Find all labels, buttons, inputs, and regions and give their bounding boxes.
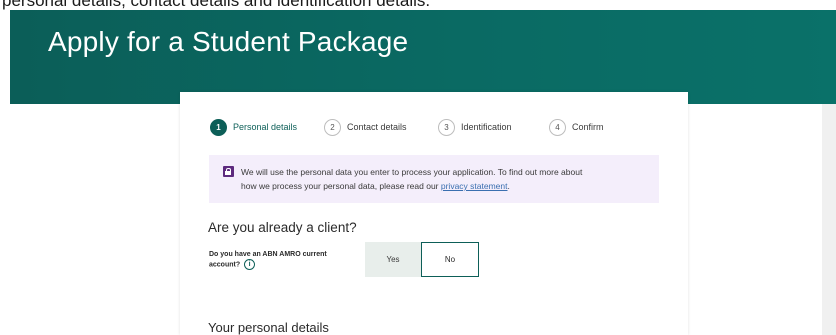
notice-text: We will use the personal data you enter … <box>223 165 645 193</box>
step-number: 2 <box>324 118 341 136</box>
notice-line1: We will use the personal data you enter … <box>241 167 583 177</box>
header-banner: Apply for a Student Package <box>10 10 836 104</box>
privacy-statement-link[interactable]: privacy statement <box>441 181 508 191</box>
background-shade <box>822 104 836 335</box>
step-label: Confirm <box>572 122 604 132</box>
client-toggle: Yes No <box>365 242 479 277</box>
step-label: Personal details <box>233 122 298 132</box>
current-account-question-text: Do you have an ABN AMRO current account? <box>209 251 327 269</box>
step-label: Identification <box>461 122 512 132</box>
progress-stepper: 1 Personal details 2 Contact details 3 I… <box>210 118 650 136</box>
current-account-question: Do you have an ABN AMRO current account?… <box>209 250 359 270</box>
application-form-card: 1 Personal details 2 Contact details 3 I… <box>180 92 688 335</box>
no-button[interactable]: No <box>421 242 479 277</box>
page-title: Apply for a Student Package <box>48 26 409 57</box>
step-label: Contact details <box>347 122 407 132</box>
yes-button[interactable]: Yes <box>365 242 421 277</box>
step-number: 3 <box>438 118 455 136</box>
step-personal-details[interactable]: 1 Personal details <box>210 118 297 136</box>
notice-line2-prefix: how we process your personal data, pleas… <box>241 181 441 191</box>
info-icon[interactable]: i <box>244 259 256 270</box>
notice-line2: how we process your personal data, pleas… <box>241 179 645 193</box>
personal-details-heading: Your personal details <box>208 320 329 335</box>
notice-line2-suffix: . <box>507 181 510 191</box>
privacy-notice: We will use the personal data you enter … <box>209 155 659 203</box>
step-identification[interactable]: 3 Identification <box>438 118 512 136</box>
step-confirm[interactable]: 4 Confirm <box>549 118 604 136</box>
step-number: 4 <box>549 118 566 136</box>
page-caption: personal details, contact details and id… <box>2 0 431 10</box>
step-number: 1 <box>210 118 227 136</box>
lock-icon <box>223 166 234 177</box>
client-section-heading: Are you already a client? <box>208 220 357 235</box>
step-contact-details[interactable]: 2 Contact details <box>324 118 407 136</box>
